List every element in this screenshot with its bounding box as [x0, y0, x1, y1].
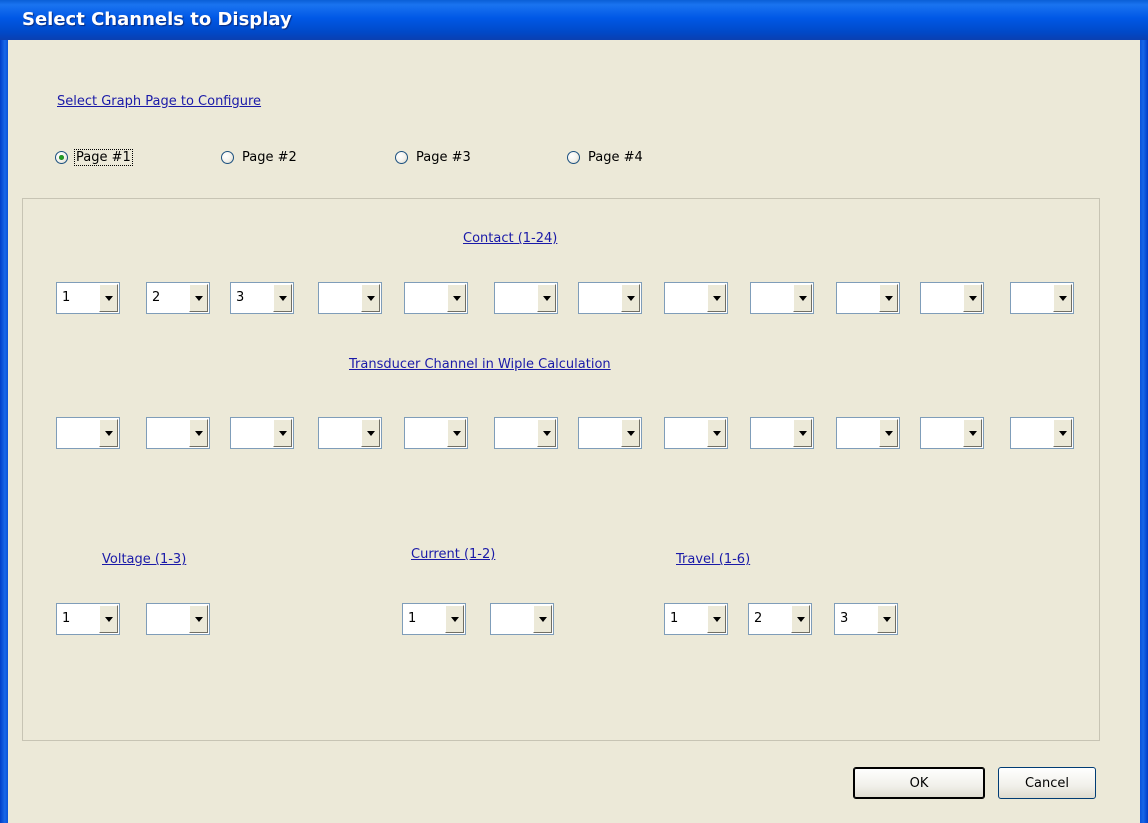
transducer-channel-select-3[interactable]: [230, 417, 294, 449]
voltage-label: Voltage (1-3): [102, 552, 187, 567]
radio-label-page-3: Page #3: [416, 149, 471, 165]
channels-panel: [22, 198, 1100, 741]
dropdown-arrow-icon[interactable]: [537, 284, 556, 312]
dropdown-arrow-icon[interactable]: [791, 605, 810, 633]
contact-channel-select-8[interactable]: [664, 282, 728, 314]
contact-channel-select-9[interactable]: [750, 282, 814, 314]
dropdown-arrow-icon[interactable]: [447, 284, 466, 312]
contact-label: Contact (1-24): [463, 231, 558, 246]
combo-value: 3: [236, 290, 245, 305]
transducer-channel-select-4[interactable]: [318, 417, 382, 449]
dropdown-arrow-icon[interactable]: [963, 419, 982, 447]
combo-value: 1: [408, 611, 417, 626]
travel-channel-select-2[interactable]: 2: [748, 603, 812, 635]
radio-label-page-2: Page #2: [242, 149, 297, 165]
radio-label-page-1: Page #1: [74, 148, 133, 166]
radio-page-4[interactable]: Page #4: [567, 147, 644, 167]
radio-page-2[interactable]: Page #2: [221, 147, 298, 167]
radio-label-page-4: Page #4: [588, 149, 643, 165]
voltage-channel-select-2[interactable]: [146, 603, 210, 635]
transducer-label: Transducer Channel in Wiple Calculation: [349, 357, 611, 372]
contact-channel-select-2[interactable]: 2: [146, 282, 210, 314]
contact-channel-select-10[interactable]: [836, 282, 900, 314]
dropdown-arrow-icon[interactable]: [273, 419, 292, 447]
dropdown-arrow-icon[interactable]: [707, 284, 726, 312]
dropdown-arrow-icon[interactable]: [963, 284, 982, 312]
combo-value: 1: [62, 611, 71, 626]
window-frame-right: [1140, 40, 1148, 823]
contact-channel-select-4[interactable]: [318, 282, 382, 314]
transducer-channel-select-2[interactable]: [146, 417, 210, 449]
dropdown-arrow-icon[interactable]: [877, 605, 896, 633]
select-page-label: Select Graph Page to Configure: [57, 94, 262, 109]
transducer-channel-select-9[interactable]: [750, 417, 814, 449]
transducer-channel-select-11[interactable]: [920, 417, 984, 449]
dropdown-arrow-icon[interactable]: [361, 284, 380, 312]
transducer-channel-select-7[interactable]: [578, 417, 642, 449]
dropdown-arrow-icon[interactable]: [793, 419, 812, 447]
dropdown-arrow-icon[interactable]: [99, 284, 118, 312]
dropdown-arrow-icon[interactable]: [707, 605, 726, 633]
transducer-channel-select-1[interactable]: [56, 417, 120, 449]
dropdown-arrow-icon[interactable]: [707, 419, 726, 447]
dropdown-arrow-icon[interactable]: [189, 284, 208, 312]
combo-value: 1: [670, 611, 679, 626]
contact-channel-select-5[interactable]: [404, 282, 468, 314]
contact-channel-select-3[interactable]: 3: [230, 282, 294, 314]
window-title: Select Channels to Display: [22, 9, 292, 30]
transducer-channel-select-12[interactable]: [1010, 417, 1074, 449]
dropdown-arrow-icon[interactable]: [621, 419, 640, 447]
radio-unchecked-icon: [221, 150, 234, 164]
window-frame-left: [0, 40, 8, 823]
dropdown-arrow-icon[interactable]: [99, 419, 118, 447]
dropdown-arrow-icon[interactable]: [189, 419, 208, 447]
ok-button[interactable]: OK: [853, 767, 985, 799]
dropdown-arrow-icon[interactable]: [189, 605, 208, 633]
radio-unchecked-icon: [567, 150, 580, 164]
dropdown-arrow-icon[interactable]: [99, 605, 118, 633]
contact-channel-select-6[interactable]: [494, 282, 558, 314]
radio-page-3[interactable]: Page #3: [395, 147, 472, 167]
current-channel-select-1[interactable]: 1: [402, 603, 466, 635]
combo-value: 3: [840, 611, 849, 626]
dropdown-arrow-icon[interactable]: [361, 419, 380, 447]
contact-channel-select-1[interactable]: 1: [56, 282, 120, 314]
dropdown-arrow-icon[interactable]: [621, 284, 640, 312]
radio-unchecked-icon: [395, 150, 408, 164]
dropdown-arrow-icon[interactable]: [533, 605, 552, 633]
dropdown-arrow-icon[interactable]: [879, 284, 898, 312]
radio-page-1[interactable]: Page #1: [55, 147, 133, 167]
transducer-channel-select-8[interactable]: [664, 417, 728, 449]
dropdown-arrow-icon[interactable]: [879, 419, 898, 447]
contact-channel-select-7[interactable]: [578, 282, 642, 314]
current-label: Current (1-2): [411, 547, 496, 562]
travel-channel-select-3[interactable]: 3: [834, 603, 898, 635]
contact-channel-select-12[interactable]: [1010, 282, 1074, 314]
cancel-button[interactable]: Cancel: [998, 767, 1096, 799]
dropdown-arrow-icon[interactable]: [1053, 284, 1072, 312]
voltage-channel-select-1[interactable]: 1: [56, 603, 120, 635]
combo-value: 2: [152, 290, 161, 305]
transducer-channel-select-6[interactable]: [494, 417, 558, 449]
dropdown-arrow-icon[interactable]: [1053, 419, 1072, 447]
current-channel-select-2[interactable]: [490, 603, 554, 635]
travel-channel-select-1[interactable]: 1: [664, 603, 728, 635]
dropdown-arrow-icon[interactable]: [273, 284, 292, 312]
dropdown-arrow-icon[interactable]: [445, 605, 464, 633]
combo-value: 2: [754, 611, 763, 626]
contact-channel-select-11[interactable]: [920, 282, 984, 314]
travel-label: Travel (1-6): [676, 552, 751, 567]
dropdown-arrow-icon[interactable]: [447, 419, 466, 447]
transducer-channel-select-5[interactable]: [404, 417, 468, 449]
title-bar: Select Channels to Display: [0, 0, 1148, 40]
radio-checked-icon: [55, 150, 68, 164]
combo-value: 1: [62, 290, 71, 305]
dropdown-arrow-icon[interactable]: [537, 419, 556, 447]
dropdown-arrow-icon[interactable]: [793, 284, 812, 312]
transducer-channel-select-10[interactable]: [836, 417, 900, 449]
